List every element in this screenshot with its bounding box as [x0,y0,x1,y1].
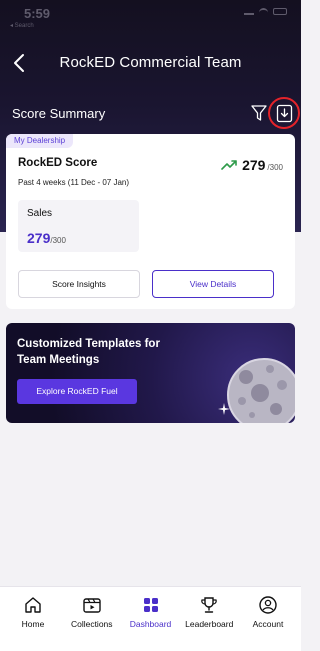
filter-button[interactable] [250,104,268,122]
sales-value-group: 279/300 [27,230,66,246]
battery-icon [273,8,287,15]
signal-icon [244,8,254,15]
score-card: My Dealership RockED Score Past 4 weeks … [6,134,295,309]
home-icon [25,597,41,613]
status-bar: 5:59 ◂ Search [0,0,301,30]
view-details-button[interactable]: View Details [152,270,274,298]
score-label: RockED Score [18,157,98,169]
filter-icon [251,105,267,121]
screen: 5:59 ◂ Search RockED Commercial Team Sco… [0,0,301,651]
score-value-group: 279 /300 [221,157,283,173]
nav-label-account: Account [252,619,284,629]
sales-value: 279 [27,230,51,246]
collections-icon [83,598,101,613]
nav-label-collections: Collections [70,619,113,629]
trending-up-icon [221,160,237,170]
nav-item-leaderboard[interactable]: Leaderboard [180,587,238,651]
score-value: 279 [242,157,266,173]
sales-label: Sales [27,208,53,219]
score-period: Past 4 weeks (11 Dec - 07 Jan) [18,178,130,187]
trophy-icon [201,597,218,613]
nav-label-leaderboard: Leaderboard [185,619,234,629]
sales-box: Sales 279/300 [18,200,139,252]
dealership-tag: My Dealership [6,134,74,148]
explore-rocked-fuel-button[interactable]: Explore RockED Fuel [17,379,137,404]
moon-illustration [227,358,295,423]
page-title: RockED Commercial Team [59,54,242,71]
download-highlight-ring [268,97,300,129]
status-time: 5:59 [24,6,51,21]
nav-label-dashboard: Dashboard [129,619,172,629]
account-icon [259,596,277,614]
nav-label-home: Home [21,619,45,629]
status-back-to-search[interactable]: ◂ Search [10,22,34,29]
promo-banner: Customized Templates for Team Meetings E… [6,323,295,423]
nav-item-dashboard[interactable]: Dashboard [122,587,180,651]
section-title: Score Summary [12,106,106,121]
nav-item-account[interactable]: Account [239,587,297,651]
sparkle-icon [218,403,230,415]
score-insights-button[interactable]: Score Insights [18,270,140,298]
score-max: /300 [267,163,283,172]
bottom-nav: Home Collections Dashboard Leaderboard A… [0,586,301,651]
promo-title: Customized Templates for Team Meetings [17,338,160,366]
nav-item-home[interactable]: Home [4,587,62,651]
dashboard-icon [143,598,158,612]
status-icons [244,8,287,15]
wifi-icon [259,8,268,15]
nav-item-collections[interactable]: Collections [63,587,121,651]
sales-max: /300 [50,236,66,245]
